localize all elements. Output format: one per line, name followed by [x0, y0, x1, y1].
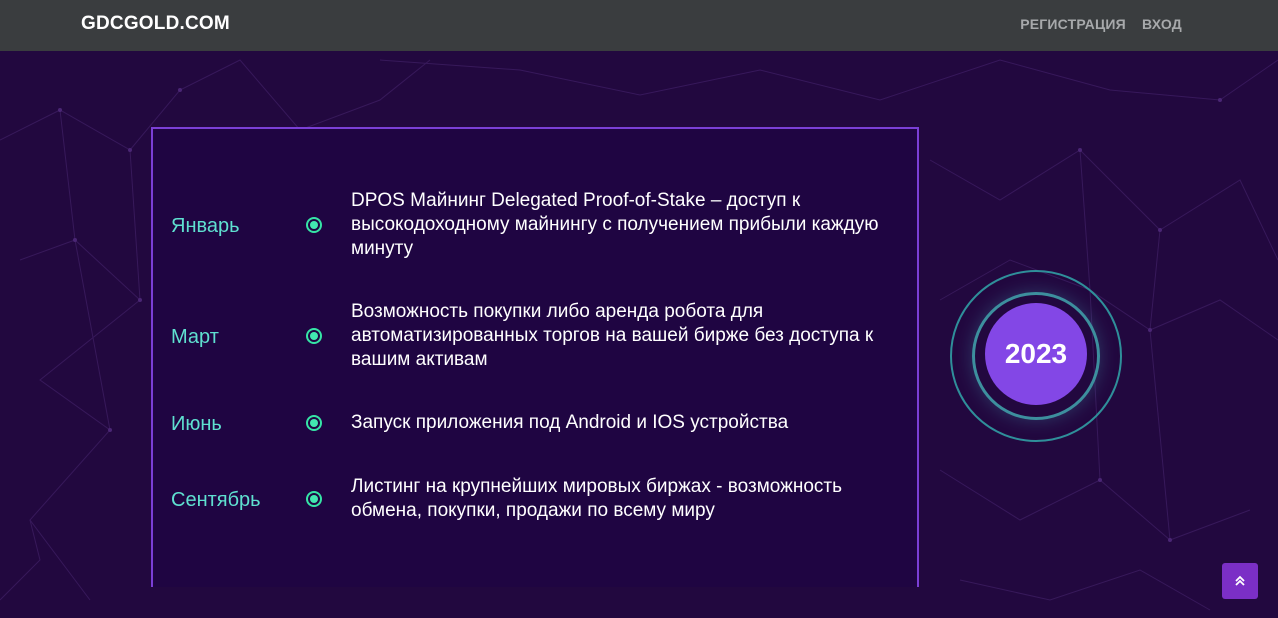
scroll-to-top-button[interactable]: [1222, 563, 1258, 599]
year-label: 2023: [985, 303, 1087, 405]
roadmap-month: Январь: [171, 215, 240, 237]
nav-link-login[interactable]: ВХОД: [1142, 16, 1182, 32]
timeline-dot-icon: [306, 217, 322, 233]
roadmap-description: Возможность покупки либо аренда робота д…: [351, 301, 874, 370]
roadmap-month: Март: [171, 326, 219, 348]
roadmap-item: Январь DPOS Майнинг Delegated Proof-of-S…: [153, 189, 917, 269]
roadmap-item: Март Возможность покупки либо аренда роб…: [153, 300, 917, 380]
timeline-dot-icon: [306, 328, 322, 344]
timeline-dot-icon: [306, 491, 322, 507]
roadmap-description: DPOS Майнинг Delegated Proof-of-Stake – …: [351, 190, 879, 259]
roadmap-item: Июнь Запуск приложения под Android и IOS…: [153, 411, 917, 441]
year-badge: 2023: [950, 270, 1122, 442]
roadmap-month: Сентябрь: [171, 489, 261, 511]
nav-links: РЕГИСТРАЦИЯ ВХОД: [1020, 16, 1182, 32]
nav-link-registration[interactable]: РЕГИСТРАЦИЯ: [1020, 16, 1126, 32]
double-chevron-up-icon: [1235, 575, 1245, 586]
roadmap-card: Январь DPOS Майнинг Delegated Proof-of-S…: [151, 127, 919, 587]
brand-logo-link[interactable]: GDCGOLD.COM: [81, 13, 230, 35]
top-navbar: GDCGOLD.COM РЕГИСТРАЦИЯ ВХОД: [0, 0, 1278, 51]
roadmap-item: Сентябрь Листинг на крупнейших мировых б…: [153, 475, 917, 531]
roadmap-description: Листинг на крупнейших мировых биржах - в…: [351, 476, 842, 521]
roadmap-description: Запуск приложения под Android и IOS устр…: [351, 412, 789, 433]
timeline-dot-icon: [306, 415, 322, 431]
roadmap-month: Июнь: [171, 413, 222, 435]
